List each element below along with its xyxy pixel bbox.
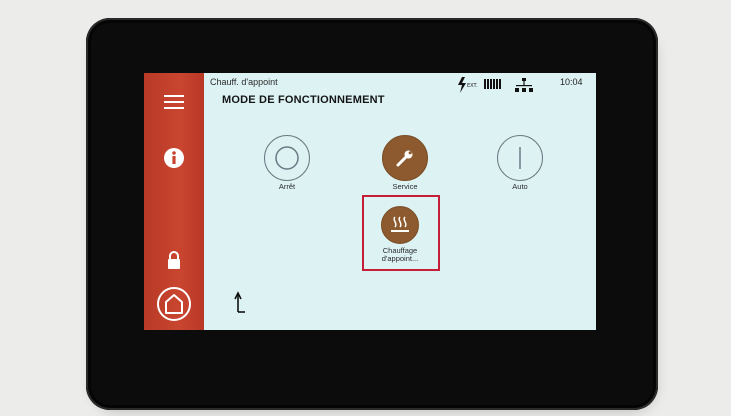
clock: 10:04 [560, 77, 583, 87]
mode-auto-circle [497, 135, 543, 181]
menu-icon [164, 95, 184, 109]
info-button[interactable] [144, 141, 204, 175]
sidebar [144, 73, 204, 330]
mode-service-label: Service [392, 182, 418, 191]
mode-arret-button[interactable]: Arrêt [248, 135, 328, 205]
meter-icon [484, 79, 501, 89]
mode-arret-label: Arrêt [278, 182, 296, 191]
menu-button[interactable] [144, 87, 204, 117]
touch-screen: Chauff. d'appoint MODE DE FONCTIONNEMENT… [144, 73, 596, 330]
info-icon [164, 148, 184, 168]
lock-icon [168, 251, 180, 269]
page-title: MODE DE FONCTIONNEMENT [222, 94, 385, 106]
network-icon [515, 78, 533, 92]
mode-arret-circle [264, 135, 310, 181]
wrench-icon [396, 150, 413, 167]
power-off-icon [275, 146, 299, 170]
back-arrow-icon[interactable] [232, 291, 246, 315]
mode-auto-label: Auto [512, 182, 528, 191]
highlight-box [362, 195, 440, 271]
mode-auto-button[interactable]: Auto [481, 135, 561, 205]
mode-service-circle [382, 135, 428, 181]
home-icon [157, 287, 191, 321]
breadcrumb: Chauff. d'appoint [210, 77, 278, 87]
home-button[interactable] [144, 283, 204, 325]
signal-label: EXT. [467, 83, 478, 89]
lock-button[interactable] [144, 243, 204, 277]
power-on-icon [519, 147, 521, 169]
